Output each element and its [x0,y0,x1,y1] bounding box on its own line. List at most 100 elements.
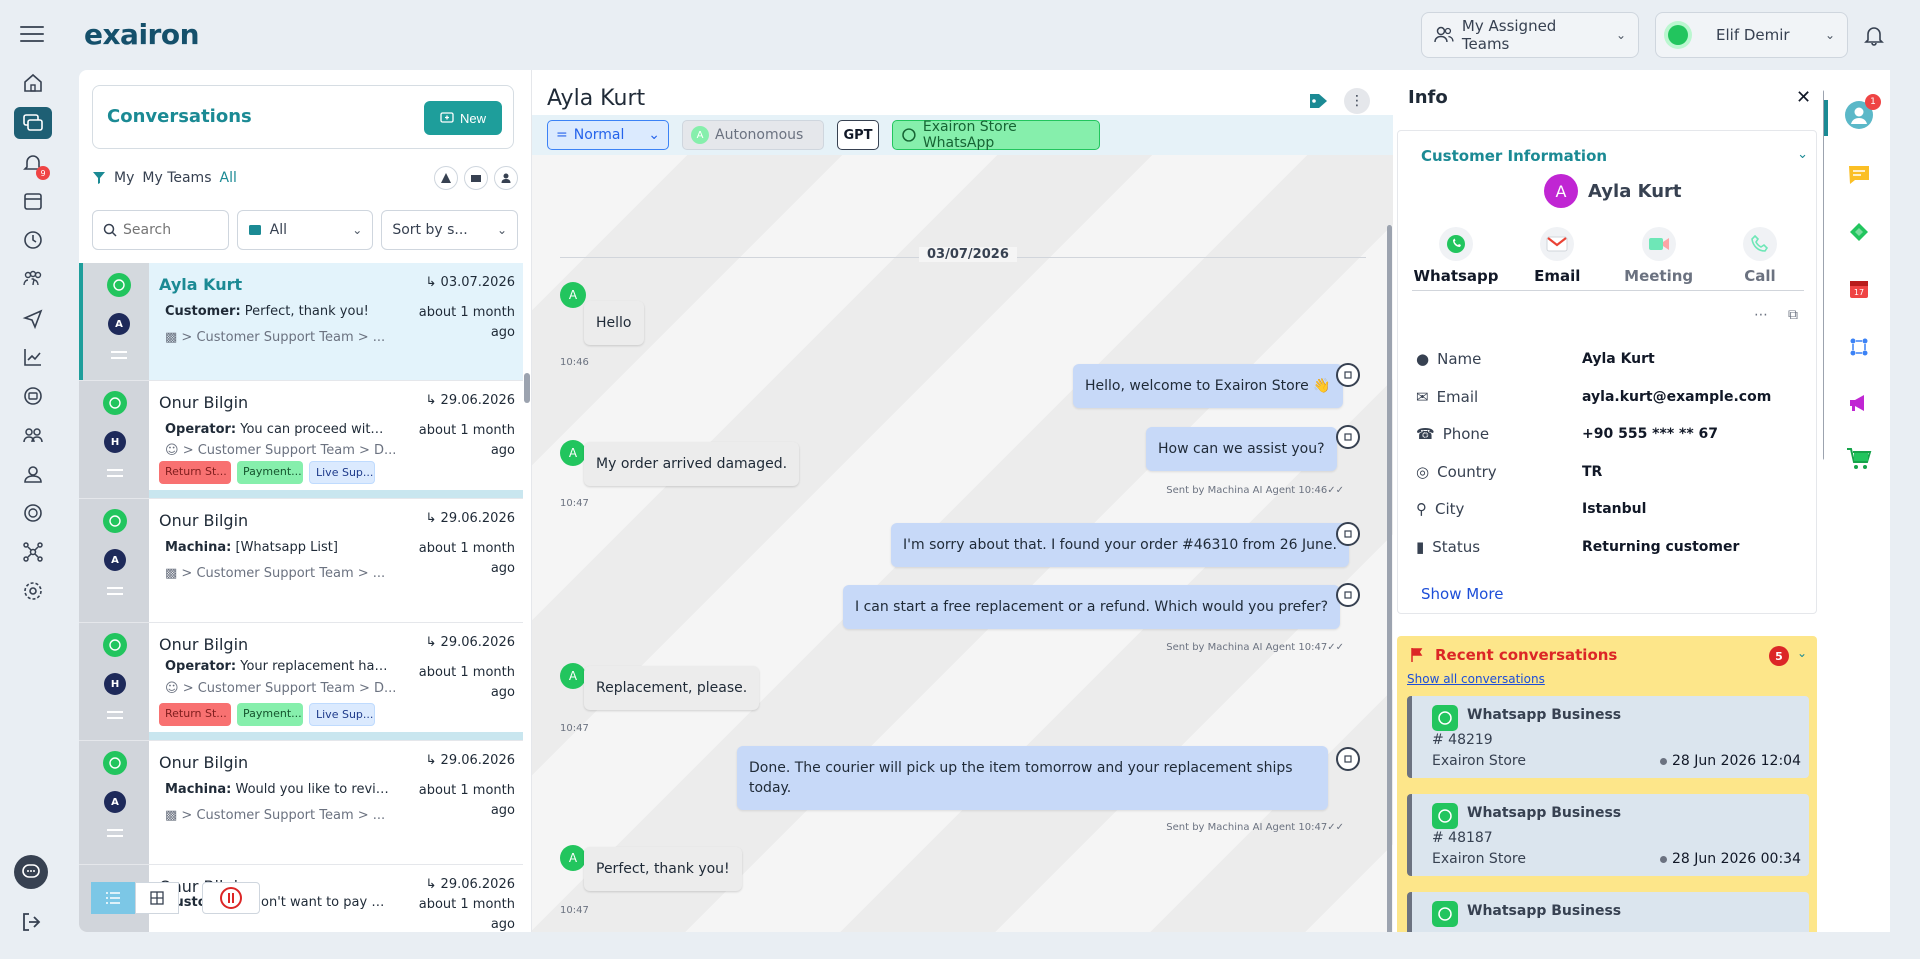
tag[interactable]: Return St... [159,461,231,484]
contact-icon[interactable] [20,461,46,487]
recent-conversation-item[interactable]: Whatsapp Business # 48187 Exairon Store … [1407,794,1809,876]
recent-conversation-item[interactable]: Whatsapp Business [1407,892,1809,932]
autonomous-toggle[interactable]: A Autonomous [682,120,824,150]
history-icon[interactable] [20,227,46,253]
chevron-down-icon[interactable]: ⌄ [1797,646,1807,660]
more-horizontal-icon[interactable]: ⋯ [1754,307,1768,323]
external-link-icon[interactable]: ⧉ [1788,307,1798,323]
calendar-tab-icon[interactable]: 17 [1844,274,1874,304]
recent-conversations-header[interactable]: Recent conversations [1409,646,1617,664]
conversation-list-scrollbar[interactable] [524,373,530,403]
filter-my-teams[interactable]: My Teams [142,170,211,186]
bot-icon: ▩ [165,808,182,823]
conversation-item[interactable]: A Onur Bilgin ↳ 29.06.2026 Machina: Woul… [79,741,523,865]
filter-all[interactable]: All [220,170,237,186]
user-select[interactable]: Elif Demir ⌄ [1655,12,1848,58]
conversations-nav-icon[interactable] [14,107,52,139]
drag-handle-icon[interactable] [107,469,123,481]
chat-scrollbar[interactable] [1387,225,1392,932]
tag[interactable]: Live Sup... [309,703,375,726]
drag-handle-icon[interactable] [107,829,123,841]
message-time: 10:47 [560,723,589,734]
ticket-tab-icon[interactable] [1844,217,1874,247]
person-filter-icon[interactable] [494,166,518,190]
conversation-item[interactable]: H Onur Bilgin ↳ 29.06.2026 Operator: You… [79,381,523,499]
assignee-avatar: A [104,549,126,571]
chevron-down-icon[interactable]: ⌄ [1797,147,1808,162]
menu-icon[interactable] [20,26,44,44]
channel-select[interactable]: All ⌄ [236,210,374,250]
analytics-icon[interactable] [20,344,46,370]
close-icon[interactable]: ✕ [1796,87,1811,108]
whatsapp-channel[interactable]: Whatsapp [1412,227,1500,290]
filter-my[interactable]: My [114,170,134,186]
field-phone: ☎ Phone +90 555 *** ** 67 [1416,422,1816,446]
conversation-age: about 1 month ago [418,541,515,576]
sort-select[interactable]: Sort by s... ⌄ [381,210,519,250]
more-options-icon[interactable]: ⋮ [1344,88,1370,114]
whatsapp-icon [103,633,127,657]
conversation-item[interactable]: H Onur Bilgin ↳ 29.06.2026 Operator: You… [79,623,523,741]
team-select[interactable]: My Assigned Teams ⌄ [1421,12,1639,58]
meeting-channel[interactable]: Meeting [1615,227,1703,290]
conversation-team: ☺ > Customer Support Team > D... [165,681,395,696]
outgoing-message: I'm sorry about that. I found your order… [891,523,1349,567]
show-all-conversations-link[interactable]: Show all conversations [1407,672,1545,686]
customer-info-title[interactable]: Customer Information [1421,147,1607,165]
call-channel[interactable]: Call [1716,227,1804,290]
campaign-tab-icon[interactable] [1844,388,1874,418]
filter-icon[interactable] [92,171,106,185]
show-more-link[interactable]: Show More [1421,585,1503,603]
teams-icon[interactable] [20,266,46,292]
conversation-item[interactable]: A Ayla Kurt ↳ 03.07.2026 Customer: Perfe… [79,263,523,381]
new-conversation-button[interactable]: New [424,101,502,135]
conversation-item[interactable]: A Onur Bilgin ↳ 29.06.2026 Machina: [Wha… [79,499,523,623]
person-icon: ☺ [165,681,183,696]
home-icon[interactable] [20,70,46,96]
conversation-age: about 1 month ago [418,423,515,458]
recent-conversation-item[interactable]: Whatsapp Business # 48219 Exairon Store … [1407,696,1809,778]
drag-handle-icon[interactable] [107,587,123,599]
tag-icon[interactable] [1308,92,1330,110]
bell-icon[interactable] [1863,24,1885,46]
warning-filter-icon[interactable] [434,166,458,190]
grid-view-icon[interactable] [135,882,179,914]
email-channel[interactable]: Email [1513,227,1601,290]
recent-date-text: 28 Jun 2026 12:04 [1671,753,1801,769]
calendar-icon[interactable] [20,188,46,214]
channel-badge[interactable]: Exairon Store WhatsApp [892,119,1100,151]
mail-filter-icon[interactable] [464,166,488,190]
bot-nav-icon[interactable] [20,383,46,409]
channel-label: Meeting [1624,267,1694,285]
users-icon[interactable] [20,422,46,448]
tag[interactable]: Return St... [159,703,231,726]
agent-icon[interactable] [20,500,46,526]
pause-button[interactable] [202,882,260,914]
chat-widget-icon[interactable] [14,855,48,889]
search-box[interactable] [92,210,229,250]
drag-handle-icon[interactable] [107,711,123,723]
send-icon[interactable] [20,305,46,331]
logout-icon[interactable] [20,910,44,934]
field-country: ◎ Country TR [1416,460,1816,484]
drag-handle-icon[interactable] [111,351,127,363]
recent-date-text: 28 Jun 2026 00:34 [1671,851,1801,867]
workflow-tab-icon[interactable] [1844,332,1874,362]
whatsapp-icon [1432,901,1458,927]
recent-store-name: Exairon Store [1432,753,1526,769]
logo: exairon [84,18,200,51]
cart-tab-icon[interactable] [1844,444,1874,474]
customer-info-tab-icon[interactable]: 1 [1844,94,1881,130]
tag[interactable]: Payment... [237,461,303,484]
settings-icon[interactable] [20,578,46,604]
search-input[interactable] [123,222,213,238]
gpt-button[interactable]: GPT [837,120,879,150]
tag[interactable]: Payment... [237,703,303,726]
notifications-nav-icon[interactable]: 9 [20,150,50,180]
integrations-icon[interactable] [20,539,46,565]
tag[interactable]: Live Sup... [309,461,375,484]
list-view-icon[interactable] [91,882,135,914]
priority-select[interactable]: = Normal ⌄ [547,120,669,150]
notes-tab-icon[interactable] [1844,160,1874,190]
outgoing-message: How can we assist you? [1146,427,1337,471]
